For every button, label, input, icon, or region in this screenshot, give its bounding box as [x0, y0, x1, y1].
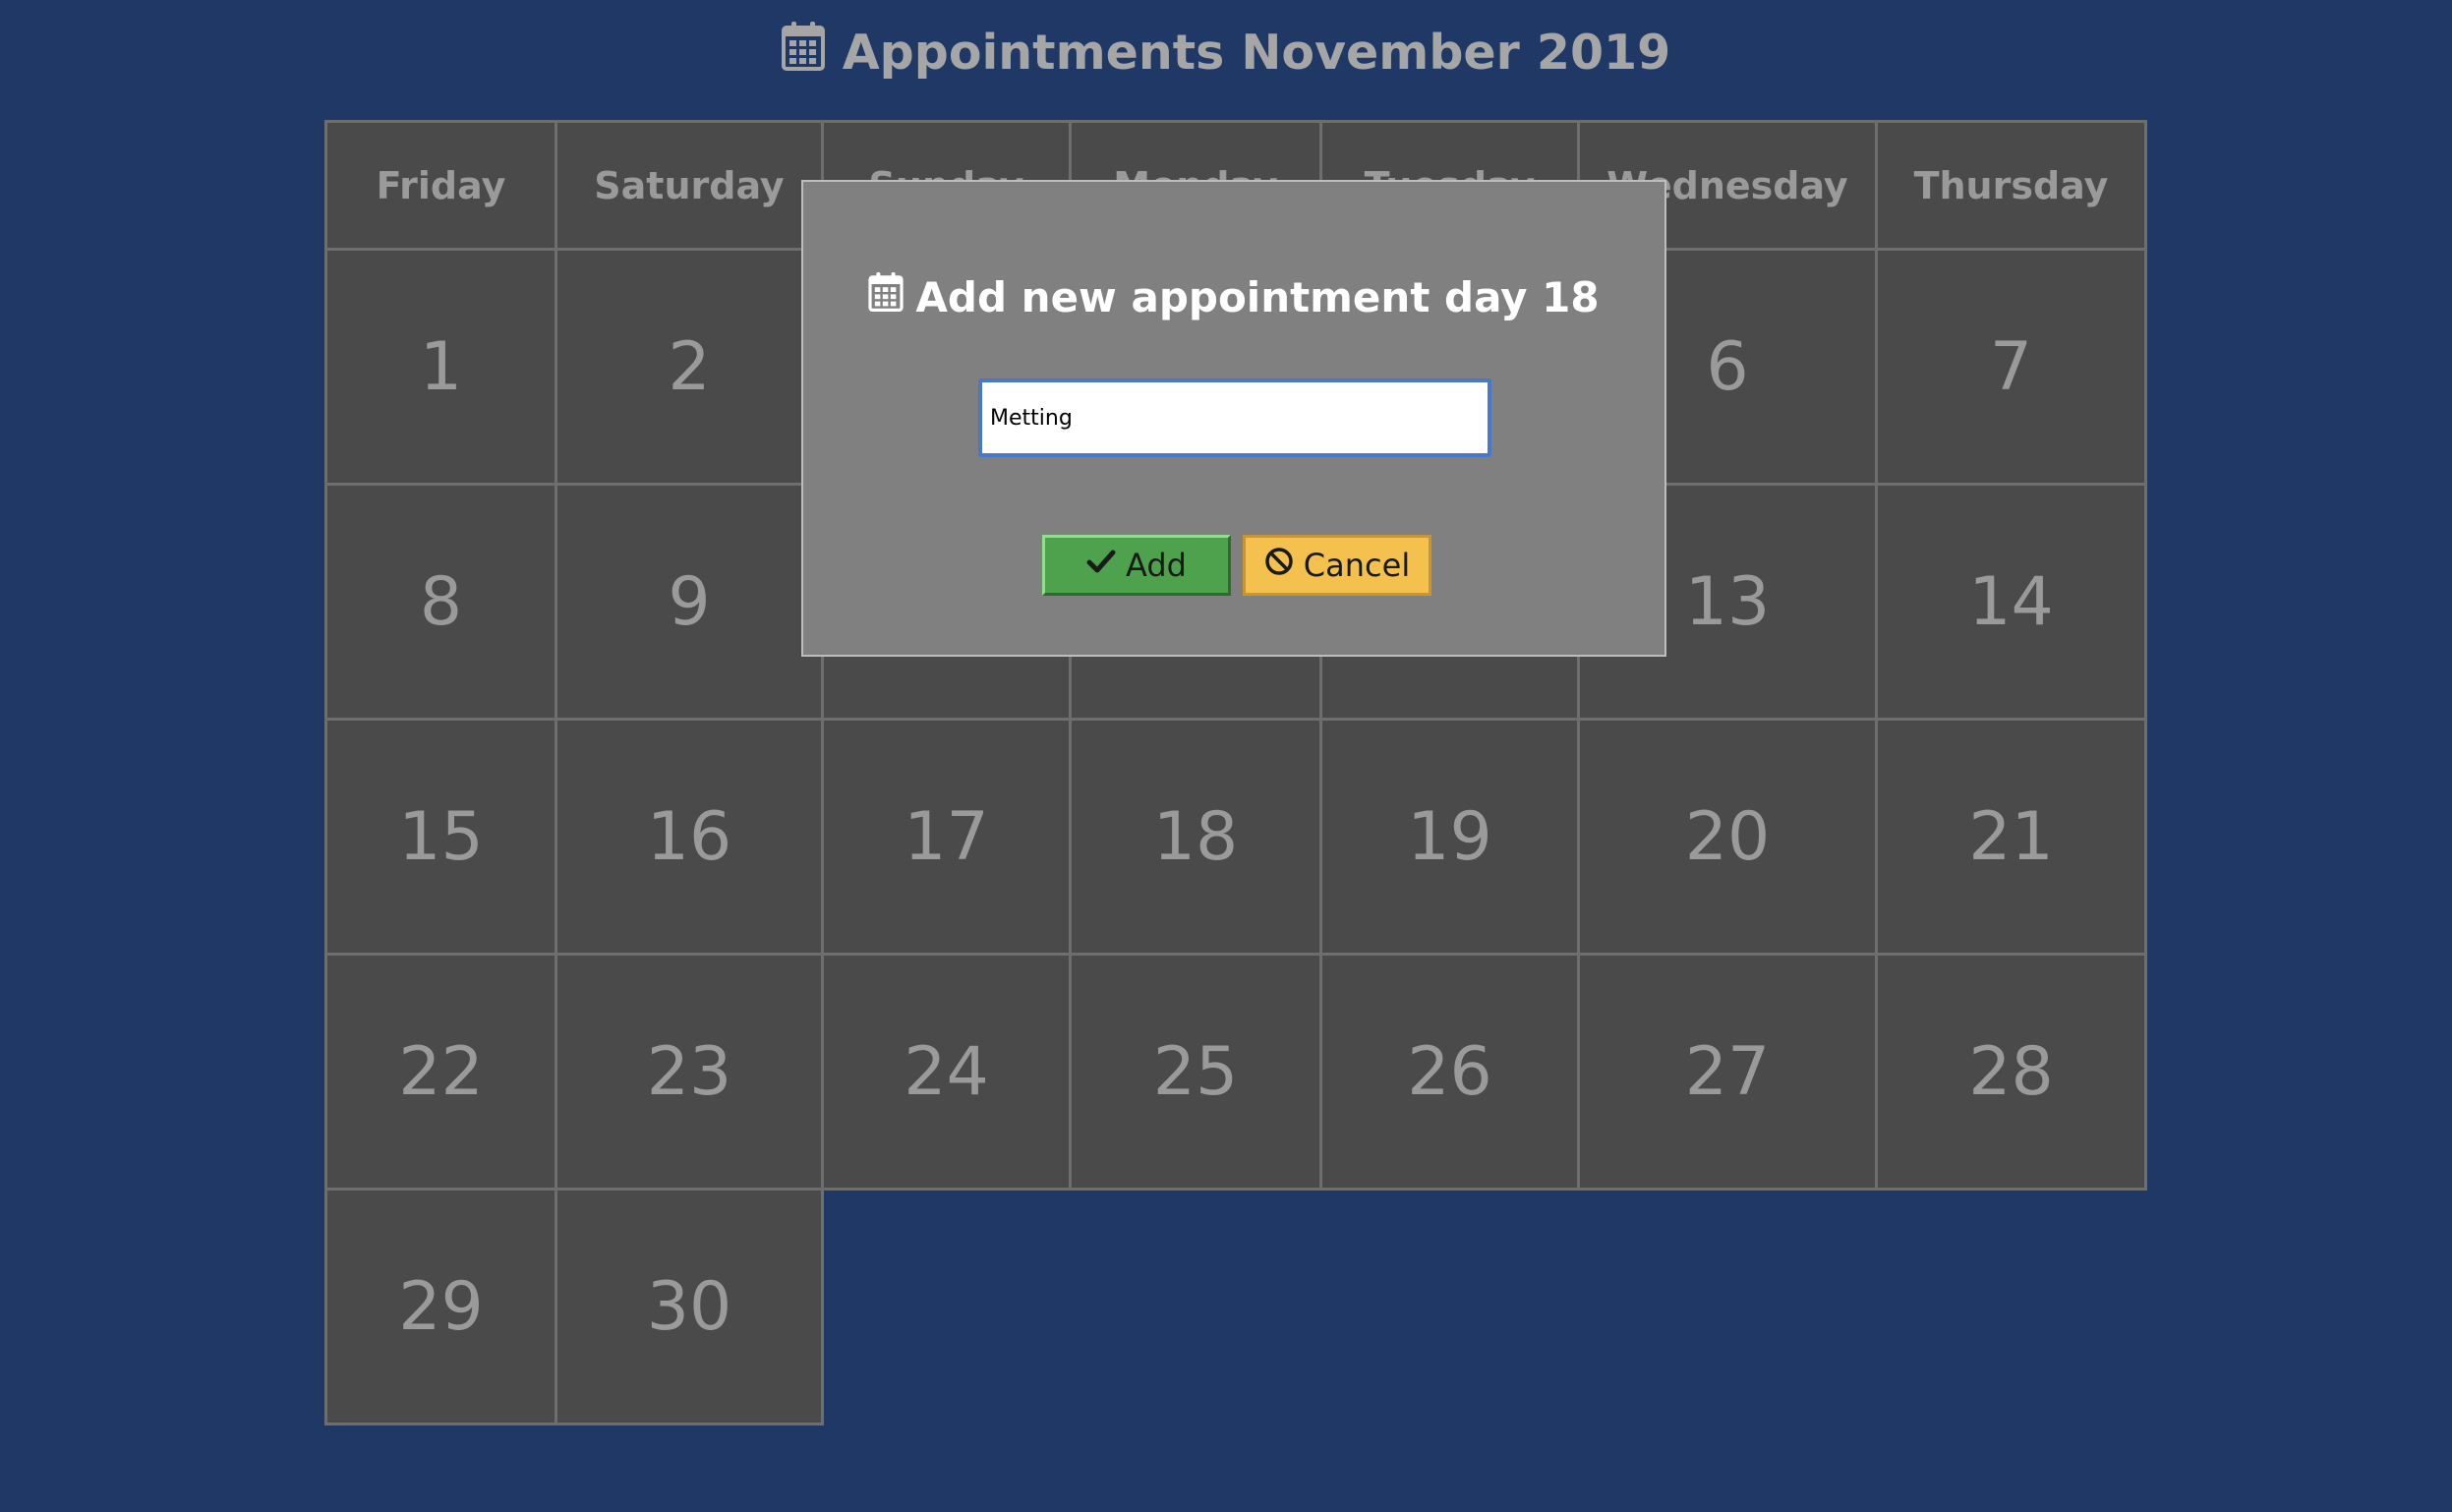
day-cell[interactable]: 16 [555, 718, 824, 956]
day-cell[interactable]: 29 [324, 1188, 557, 1425]
day-cell[interactable]: 21 [1875, 718, 2147, 956]
week-row: 22 23 24 25 26 27 28 [324, 953, 2147, 1191]
add-button[interactable]: Add [1042, 535, 1231, 596]
day-cell[interactable]: 20 [1577, 718, 1878, 956]
empty-cell [1877, 1190, 2146, 1425]
appointment-input[interactable] [978, 378, 1491, 457]
empty-cell [1579, 1190, 1877, 1425]
cancel-button-label: Cancel [1303, 547, 1411, 584]
day-cell[interactable]: 15 [324, 718, 557, 956]
weekday-header: Friday [324, 120, 557, 251]
page-title-text: Appointments November 2019 [842, 24, 1671, 81]
day-cell[interactable]: 19 [1319, 718, 1580, 956]
day-cell[interactable]: 23 [555, 953, 824, 1191]
day-cell[interactable]: 24 [821, 953, 1072, 1191]
check-icon [1086, 547, 1116, 584]
day-cell[interactable]: 17 [821, 718, 1072, 956]
ban-icon [1264, 547, 1294, 584]
add-appointment-dialog: Add new appointment day 18 Add Cancel [801, 180, 1666, 657]
empty-cell [1071, 1190, 1321, 1425]
day-cell[interactable]: 2 [555, 248, 824, 486]
weekday-header: Thursday [1875, 120, 2147, 251]
day-cell[interactable]: 28 [1875, 953, 2147, 1191]
dialog-title-text: Add new appointment day 18 [915, 272, 1600, 321]
week-row: 15 16 17 18 19 20 21 [324, 718, 2147, 956]
calendar-icon [781, 22, 825, 83]
empty-cell [1321, 1190, 1579, 1425]
day-cell[interactable]: 22 [324, 953, 557, 1191]
add-button-label: Add [1126, 547, 1187, 584]
dialog-title: Add new appointment day 18 [803, 272, 1664, 321]
empty-cell [823, 1190, 1071, 1425]
cancel-button[interactable]: Cancel [1243, 535, 1431, 596]
day-cell[interactable]: 9 [555, 483, 824, 721]
day-cell[interactable]: 1 [324, 248, 557, 486]
week-row: 29 30 [324, 1188, 2146, 1425]
day-cell[interactable]: 25 [1069, 953, 1322, 1191]
day-cell[interactable]: 27 [1577, 953, 1878, 1191]
page: Appointments November 2019 Friday Saturd… [0, 0, 2452, 1512]
day-cell[interactable]: 26 [1319, 953, 1580, 1191]
page-title: Appointments November 2019 [0, 20, 2452, 85]
day-cell[interactable]: 18 [1069, 718, 1322, 956]
weekday-header: Saturday [555, 120, 824, 251]
day-cell[interactable]: 14 [1875, 483, 2147, 721]
calendar-icon [868, 272, 905, 321]
day-cell[interactable]: 30 [555, 1188, 824, 1425]
day-cell[interactable]: 8 [324, 483, 557, 721]
day-cell[interactable]: 7 [1875, 248, 2147, 486]
